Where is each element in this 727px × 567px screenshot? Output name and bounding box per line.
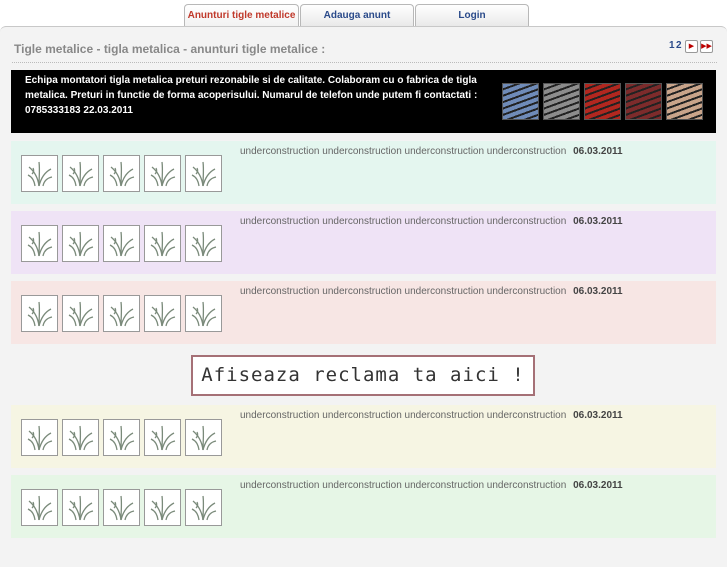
grass-placeholder-icon[interactable] (185, 489, 222, 526)
listing-description: underconstruction underconstruction unde… (240, 216, 567, 227)
listing-text[interactable]: underconstruction underconstruction unde… (240, 216, 623, 227)
grass-placeholder-icon[interactable] (21, 419, 58, 456)
grass-placeholder-icon[interactable] (103, 295, 140, 332)
grass-placeholder-icon[interactable] (62, 155, 99, 192)
roof-photo-gray[interactable] (543, 83, 580, 120)
listing-row[interactable]: underconstruction underconstruction unde… (11, 475, 716, 538)
listing-description: underconstruction underconstruction unde… (240, 410, 567, 421)
grass-placeholder-icon[interactable] (144, 225, 181, 262)
grass-placeholder-icon[interactable] (144, 489, 181, 526)
listing-row[interactable]: underconstruction underconstruction unde… (11, 281, 716, 344)
listing-date: 06.03.2011 (573, 146, 623, 157)
listing-description: underconstruction underconstruction unde… (240, 146, 567, 157)
listing-description: underconstruction underconstruction unde… (240, 480, 567, 491)
grass-placeholder-icon[interactable] (103, 419, 140, 456)
listing-row[interactable]: underconstruction underconstruction unde… (11, 405, 716, 468)
grass-placeholder-icon[interactable] (21, 155, 58, 192)
divider (12, 62, 717, 63)
roof-photo-blue[interactable] (502, 83, 539, 120)
grass-placeholder-icon[interactable] (21, 489, 58, 526)
grass-placeholder-icon[interactable] (144, 155, 181, 192)
listing-date: 06.03.2011 (573, 480, 623, 491)
grass-placeholder-icon[interactable] (185, 419, 222, 456)
roof-photo-site[interactable] (666, 83, 703, 120)
listing-date: 06.03.2011 (573, 410, 623, 421)
grass-placeholder-icon[interactable] (21, 295, 58, 332)
listing-text[interactable]: underconstruction underconstruction unde… (240, 146, 623, 157)
double-arrow-right-icon[interactable]: ▶▶ (700, 40, 713, 53)
banner-text: Echipa montatori tigla metalica preturi … (25, 75, 478, 116)
grass-placeholder-icon[interactable] (62, 225, 99, 262)
grass-placeholder-icon[interactable] (144, 419, 181, 456)
grass-placeholder-icon[interactable] (103, 155, 140, 192)
tab-login[interactable]: Login (415, 4, 529, 26)
page-link-1[interactable]: 1 (669, 40, 675, 51)
arrow-right-icon[interactable]: ▶ (685, 40, 698, 53)
roof-photo-wine[interactable] (625, 83, 662, 120)
grass-placeholder-icon[interactable] (21, 225, 58, 262)
listing-date: 06.03.2011 (573, 216, 623, 227)
roof-photo-red[interactable] (584, 83, 621, 120)
grass-placeholder-icon[interactable] (185, 225, 222, 262)
listing-row[interactable]: underconstruction underconstruction unde… (11, 211, 716, 274)
grass-placeholder-icon[interactable] (62, 419, 99, 456)
grass-placeholder-icon[interactable] (185, 155, 222, 192)
listing-date: 06.03.2011 (573, 286, 623, 297)
tab-anunturi[interactable]: Anunturi tigle metalice (184, 4, 299, 26)
page-title: Tigle metalice - tigla metalica - anuntu… (14, 42, 326, 56)
grass-placeholder-icon[interactable] (185, 295, 222, 332)
featured-ad-banner[interactable]: Echipa montatori tigla metalica preturi … (11, 70, 716, 133)
grass-placeholder-icon[interactable] (103, 225, 140, 262)
grass-placeholder-icon[interactable] (144, 295, 181, 332)
grass-placeholder-icon[interactable] (103, 489, 140, 526)
grass-placeholder-icon[interactable] (62, 295, 99, 332)
listing-text[interactable]: underconstruction underconstruction unde… (240, 480, 623, 491)
listing-text[interactable]: underconstruction underconstruction unde… (240, 410, 623, 421)
grass-placeholder-icon[interactable] (62, 489, 99, 526)
listing-row[interactable]: underconstruction underconstruction unde… (11, 141, 716, 204)
page-link-2[interactable]: 2 (676, 40, 682, 51)
listing-description: underconstruction underconstruction unde… (240, 286, 567, 297)
listing-text[interactable]: underconstruction underconstruction unde… (240, 286, 623, 297)
tab-adauga-anunt[interactable]: Adauga anunt (300, 4, 414, 26)
advertise-here-button[interactable]: Afiseaza reclama ta aici ! (191, 355, 535, 396)
